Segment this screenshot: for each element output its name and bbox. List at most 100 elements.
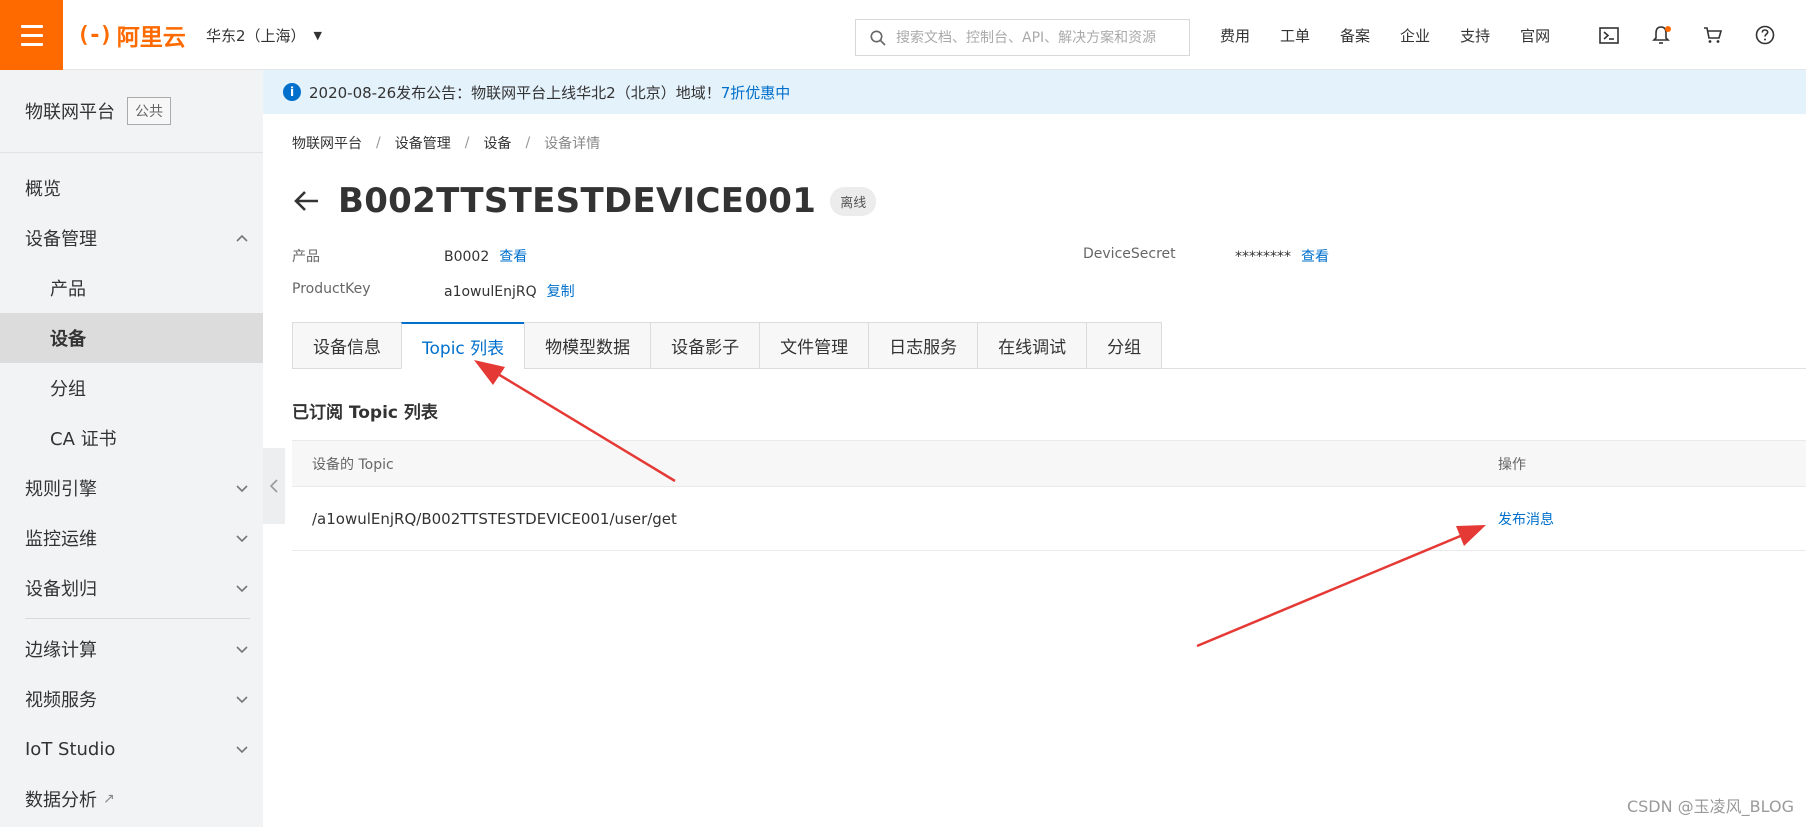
column-header-action: 操作 <box>1498 456 1526 473</box>
sidebar-item-label: 数据分析 <box>25 790 97 811</box>
sidebar-item-device[interactable]: 设备 <box>0 313 263 363</box>
tab-thing-model-data[interactable]: 物模型数据 <box>524 322 651 369</box>
sidebar-item-label: 设备 <box>50 329 86 350</box>
nav-icp[interactable]: 备案 <box>1325 25 1385 46</box>
action-cell: 发布消息 <box>1498 509 1806 529</box>
menu-icon[interactable] <box>0 0 63 70</box>
sidebar-item-iot-studio[interactable]: IoT Studio <box>0 724 263 774</box>
logo-text: 阿里云 <box>116 25 186 51</box>
chevron-left-icon <box>269 479 278 493</box>
info-icon: i <box>283 83 301 101</box>
sidebar-item-device-management[interactable]: 设备管理 <box>0 213 263 263</box>
tab-log-service[interactable]: 日志服务 <box>868 322 978 369</box>
sidebar-item-label: 边缘计算 <box>25 640 97 661</box>
productkey-value-wrap: a1owulEnjRQ 复制 <box>444 281 575 301</box>
search-input[interactable] <box>896 29 1176 46</box>
annotation-arrows <box>474 360 1486 648</box>
caret-down-icon: ▼ <box>313 29 323 42</box>
breadcrumb-separator: / <box>464 135 470 151</box>
chevron-up-icon <box>236 234 248 242</box>
sidebar-item-ca-cert[interactable]: CA 证书 <box>0 413 263 463</box>
nav-enterprise[interactable]: 企业 <box>1385 25 1445 46</box>
status-badge: 离线 <box>830 186 877 216</box>
productkey-copy-link[interactable]: 复制 <box>547 284 575 300</box>
product-view-link[interactable]: 查看 <box>499 249 527 265</box>
nav-official-site[interactable]: 官网 <box>1505 25 1565 46</box>
notification-dot <box>1665 26 1671 32</box>
sidebar-item-label: 设备管理 <box>25 229 97 250</box>
public-badge: 公共 <box>127 97 171 125</box>
sidebar-item-label: 产品 <box>50 279 86 300</box>
sidebar-item-label: 分组 <box>50 379 86 400</box>
sidebar-divider <box>25 618 250 619</box>
chevron-down-icon <box>236 535 248 543</box>
sidebar-menu: 概览 设备管理 产品 设备 分组 CA 证书 规则引擎 监控运维 设备划归 边缘… <box>0 153 263 824</box>
sidebar-item-label: 概览 <box>25 179 61 200</box>
external-link-icon: ↗ <box>103 791 115 807</box>
sidebar-item-device-assignment[interactable]: 设备划归 <box>0 563 263 613</box>
sidebar-item-monitoring[interactable]: 监控运维 <box>0 513 263 563</box>
sidebar-title: 物联网平台 <box>25 102 115 123</box>
sidebar-item-edge-computing[interactable]: 边缘计算 <box>0 624 263 674</box>
tab-online-debug[interactable]: 在线调试 <box>977 322 1087 369</box>
breadcrumb-separator: / <box>525 135 531 151</box>
breadcrumb-device[interactable]: 设备 <box>483 133 511 153</box>
sidebar-item-product[interactable]: 产品 <box>0 263 263 313</box>
breadcrumb-iot-platform[interactable]: 物联网平台 <box>292 133 362 153</box>
aliyun-logo[interactable]: (-) 阿里云 <box>77 20 186 52</box>
tab-device-shadow[interactable]: 设备影子 <box>650 322 760 369</box>
sidebar-collapse-handle[interactable] <box>263 448 285 524</box>
chevron-down-icon <box>236 585 248 593</box>
breadcrumb: 物联网平台 / 设备管理 / 设备 / 设备详情 <box>292 133 600 153</box>
terminal-icon[interactable] <box>1583 0 1635 70</box>
table-row: /a1owulEnjRQ/B002TTSTESTDEVICE001/user/g… <box>292 487 1806 551</box>
sidebar: 物联网平台 公共 概览 设备管理 产品 设备 分组 CA 证书 规则引擎 监控运… <box>0 70 263 827</box>
region-selector[interactable]: 华东2（上海） ▼ <box>206 25 322 46</box>
sidebar-item-overview[interactable]: 概览 <box>0 163 263 213</box>
sidebar-item-rule-engine[interactable]: 规则引擎 <box>0 463 263 513</box>
tab-file-management[interactable]: 文件管理 <box>759 322 869 369</box>
chevron-down-icon <box>236 646 248 654</box>
section-title: 已订阅 Topic 列表 <box>292 403 438 423</box>
productkey-value: a1owulEnjRQ <box>444 284 537 300</box>
sidebar-item-data-analysis[interactable]: 数据分析 ↗ <box>0 774 263 824</box>
sidebar-item-group[interactable]: 分组 <box>0 363 263 413</box>
nav-tickets[interactable]: 工单 <box>1265 25 1325 46</box>
sidebar-header: 物联网平台 公共 <box>0 70 263 153</box>
device-tabs: 设备信息 Topic 列表 物模型数据 设备影子 文件管理 日志服务 在线调试 … <box>292 322 1806 369</box>
watermark: CSDN @玉凌风_BLOG <box>1626 797 1794 816</box>
promo-link[interactable]: 7折优惠中 <box>721 84 791 102</box>
sidebar-item-label: 设备划归 <box>25 579 97 600</box>
chevron-down-icon <box>236 696 248 704</box>
search-box[interactable] <box>855 19 1190 56</box>
chevron-down-icon <box>236 746 248 754</box>
tab-groups[interactable]: 分组 <box>1086 322 1163 369</box>
announcement-message: 2020-08-26发布公告：物联网平台上线华北2（北京）地域！ <box>309 83 721 102</box>
sidebar-item-label: 规则引擎 <box>25 479 97 500</box>
breadcrumb-device-detail: 设备详情 <box>544 136 601 152</box>
top-icons <box>1583 0 1791 70</box>
page-title: B002TTSTESTDEVICE001 <box>338 181 817 221</box>
cart-icon[interactable] <box>1687 0 1739 70</box>
announcement-bar: i 2020-08-26发布公告：物联网平台上线华北2（北京）地域！7折优惠中 <box>263 70 1806 114</box>
help-icon[interactable] <box>1739 0 1791 70</box>
devicesecret-label: DeviceSecret <box>1083 246 1176 262</box>
nav-fees[interactable]: 费用 <box>1205 25 1265 46</box>
search-icon <box>870 30 886 46</box>
nav-support[interactable]: 支持 <box>1445 25 1505 46</box>
topic-table: 设备的 Topic 操作 /a1owulEnjRQ/B002TTSTESTDEV… <box>292 440 1806 551</box>
bell-icon[interactable] <box>1635 0 1687 70</box>
publish-message-link[interactable]: 发布消息 <box>1498 512 1554 528</box>
tab-topic-list[interactable]: Topic 列表 <box>401 322 525 369</box>
announcement-text: 2020-08-26发布公告：物联网平台上线华北2（北京）地域！7折优惠中 <box>309 82 790 103</box>
product-label: 产品 <box>292 249 320 265</box>
sidebar-item-video-service[interactable]: 视频服务 <box>0 674 263 724</box>
back-arrow-icon[interactable] <box>292 186 322 216</box>
productkey-label: ProductKey <box>292 281 371 297</box>
tab-device-info[interactable]: 设备信息 <box>292 322 401 369</box>
sidebar-item-label-wrap: 数据分析 ↗ <box>25 786 115 812</box>
breadcrumb-device-management[interactable]: 设备管理 <box>395 133 451 153</box>
devicesecret-view-link[interactable]: 查看 <box>1301 249 1329 265</box>
sidebar-item-label: 监控运维 <box>25 529 97 550</box>
top-nav: 费用 工单 备案 企业 支持 官网 <box>1205 0 1565 70</box>
